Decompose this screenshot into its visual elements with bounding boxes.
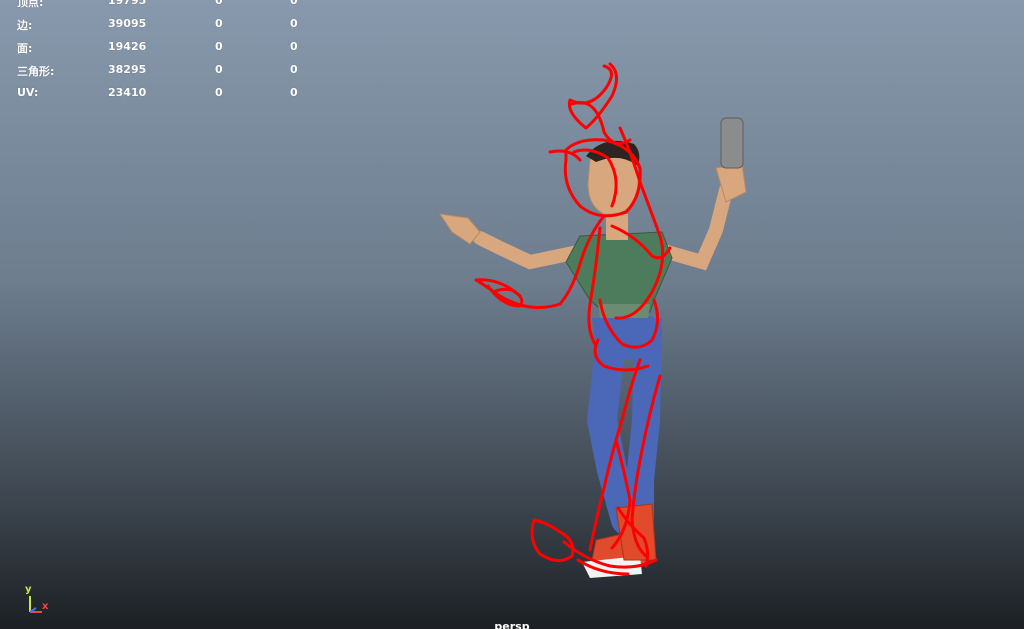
axis-label-x: x <box>42 601 49 612</box>
axis-label-y: y <box>25 584 32 595</box>
character-left-arm <box>473 231 585 270</box>
character-model[interactable] <box>438 117 747 578</box>
character-left-hand <box>438 213 481 245</box>
scene-3d[interactable] <box>0 0 1024 629</box>
perspective-viewport[interactable]: 顶点: 19795 0 0 边: 39095 0 0 面: 19426 0 0 … <box>0 0 1024 629</box>
axis-gizmo: y x <box>18 584 58 618</box>
microphone-prop <box>720 117 744 169</box>
camera-name-label: persp <box>494 620 530 629</box>
sketch-stroke-foot <box>530 518 575 562</box>
sketch-stroke <box>567 62 618 130</box>
